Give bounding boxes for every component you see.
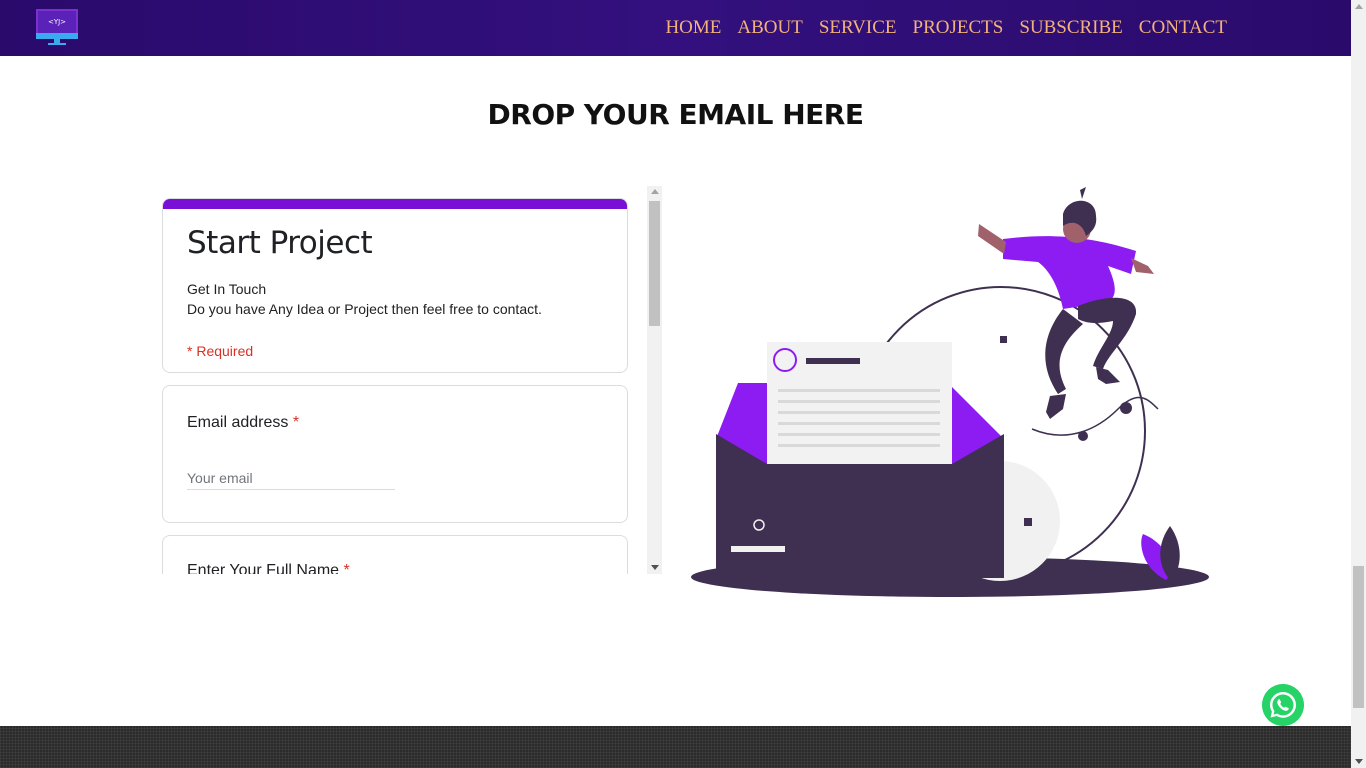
- page-scroll-down-icon[interactable]: [1355, 759, 1363, 764]
- form-description-line1: Get In Touch: [187, 281, 267, 297]
- logo-text: <YJ>: [48, 18, 66, 26]
- email-required-star: *: [292, 414, 300, 431]
- scroll-up-arrow-icon[interactable]: [651, 189, 659, 194]
- nav-about[interactable]: ABOUT: [737, 17, 802, 39]
- nav-home[interactable]: HOME: [665, 17, 721, 39]
- page-scroll-up-icon[interactable]: [1355, 4, 1363, 9]
- nav-projects[interactable]: PROJECTS: [913, 17, 1004, 39]
- main-nav: HOME ABOUT SERVICE PROJECTS SUBSCRIBE CO…: [665, 17, 1227, 39]
- form-header-card: Start Project Get In Touch Do you have A…: [162, 198, 628, 373]
- form-description-line2: Do you have Any Idea or Project then fee…: [187, 301, 542, 317]
- required-note: * Required: [187, 343, 254, 359]
- email-label: Email address *: [187, 414, 299, 432]
- page-scrollbar[interactable]: [1351, 0, 1366, 768]
- navbar: <YJ> HOME ABOUT SERVICE PROJECTS SUBSCRI…: [0, 0, 1351, 56]
- email-question-card: Email address *: [162, 385, 628, 523]
- email-newsletter-illustration: [691, 187, 1209, 597]
- email-label-text: Email address: [187, 414, 289, 431]
- email-field[interactable]: [187, 466, 395, 490]
- monitor-logo-icon[interactable]: <YJ>: [36, 9, 78, 46]
- nav-contact[interactable]: CONTACT: [1139, 17, 1227, 39]
- section-title: DROP YOUR EMAIL HERE: [487, 98, 864, 131]
- nav-subscribe[interactable]: SUBSCRIBE: [1019, 17, 1122, 39]
- page: <YJ> HOME ABOUT SERVICE PROJECTS SUBSCRI…: [0, 0, 1366, 768]
- person-leg-left: [1045, 309, 1083, 394]
- name-required-star: *: [343, 562, 350, 574]
- name-label-text: Enter Your Full Name: [187, 562, 340, 574]
- footer: [0, 726, 1351, 768]
- form-scroll-area[interactable]: Start Project Get In Touch Do you have A…: [162, 186, 628, 574]
- nav-service[interactable]: SERVICE: [819, 17, 897, 39]
- embedded-form: Start Project Get In Touch Do you have A…: [162, 186, 662, 574]
- name-question-card: Enter Your Full Name *: [162, 535, 628, 574]
- form-scrollbar-thumb[interactable]: [649, 201, 660, 326]
- form-description: Get In Touch Do you have Any Idea or Pro…: [187, 279, 542, 319]
- name-label: Enter Your Full Name *: [187, 562, 350, 574]
- form-accent-bar: [163, 199, 627, 209]
- form-title: Start Project: [187, 225, 373, 261]
- whatsapp-icon[interactable]: [1262, 684, 1304, 726]
- scroll-down-arrow-icon[interactable]: [651, 565, 659, 570]
- page-scrollbar-thumb[interactable]: [1353, 566, 1364, 708]
- form-scrollbar[interactable]: [647, 186, 662, 574]
